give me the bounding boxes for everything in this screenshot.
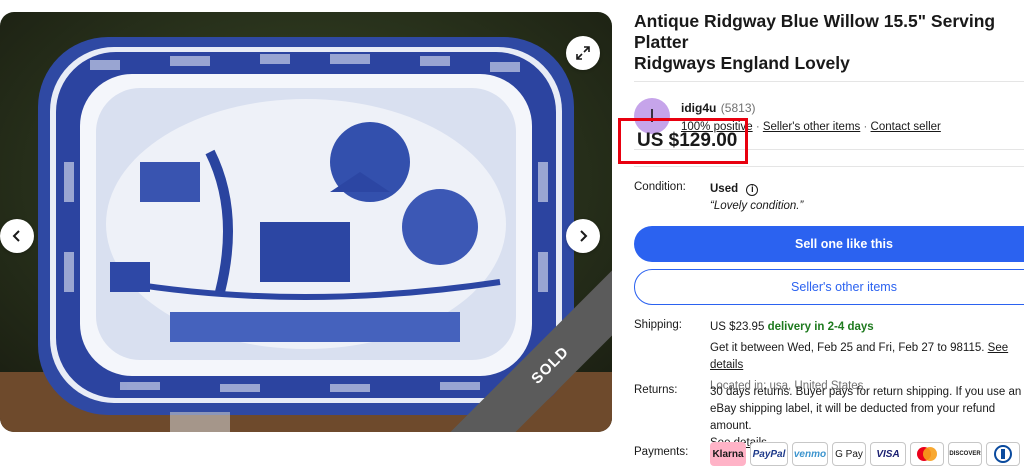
info-icon[interactable]: i	[746, 183, 759, 196]
klarna-logo: Klarna	[710, 442, 746, 466]
price-divider	[634, 166, 1024, 167]
item-title-line2: Ridgways England Lovely	[634, 53, 850, 73]
sold-label: SOLD	[527, 342, 573, 388]
venmo-logo: venmo	[792, 442, 828, 466]
item-price: US $129.00	[637, 130, 738, 151]
expand-icon	[576, 46, 590, 60]
item-info-panel: Antique Ridgway Blue Willow 15.5" Servin…	[618, 0, 1024, 466]
mastercard-icon	[917, 447, 937, 461]
discover-logo: DISCOVER	[948, 442, 982, 466]
price-highlight: US $129.00	[618, 118, 748, 164]
delivery-estimate: Get it between Wed, Feb 25 and Fri, Feb …	[710, 342, 985, 354]
contact-seller-link[interactable]: Contact seller	[871, 121, 941, 133]
image-gallery: SOLD	[0, 12, 612, 432]
shipping-cost: US $23.95	[710, 321, 765, 333]
delivery-speed: delivery in 2-4 days	[767, 321, 874, 333]
sell-one-like-this-label: Sell one like this	[795, 237, 893, 251]
condition-label: Condition:	[634, 181, 686, 193]
item-title-line1: Antique Ridgway Blue Willow 15.5" Servin…	[634, 11, 996, 52]
separator: ·	[863, 121, 868, 133]
mastercard-logo	[910, 442, 944, 466]
next-image-button[interactable]	[566, 219, 600, 253]
condition-value: Used	[710, 183, 739, 195]
paypal-logo: PayPal	[750, 442, 788, 466]
returns-text: 30 days returns. Buyer pays for return s…	[710, 386, 1022, 432]
item-title: Antique Ridgway Blue Willow 15.5" Servin…	[634, 11, 1024, 74]
separator: ·	[755, 121, 760, 133]
payments-row: Payments: Klarna PayPal venmo G Pay VISA…	[634, 442, 1024, 466]
diners-icon	[994, 445, 1012, 463]
sellers-other-items-label: Seller's other items	[791, 280, 897, 294]
seller-feedback-count: (5813)	[720, 101, 756, 115]
expand-button[interactable]	[566, 36, 600, 70]
diners-logo	[986, 442, 1020, 466]
condition-value-block: Used i “Lovely condition.”	[710, 181, 1024, 215]
condition-row: Condition: Used i “Lovely condition.”	[634, 181, 1024, 215]
chevron-right-icon	[580, 230, 588, 242]
title-divider	[634, 81, 1024, 82]
sellers-other-items-button[interactable]: Seller's other items	[634, 269, 1024, 305]
gpay-logo: G Pay	[832, 442, 866, 466]
previous-image-button[interactable]	[0, 219, 34, 253]
sell-one-like-this-button[interactable]: Sell one like this	[634, 226, 1024, 262]
payment-methods: Klarna PayPal venmo G Pay VISA DISCOVER	[710, 442, 1024, 466]
seller-name[interactable]: idig4u	[681, 101, 716, 115]
payments-label: Payments:	[634, 446, 689, 458]
condition-note: “Lovely condition.”	[710, 200, 804, 212]
visa-logo: VISA	[870, 442, 906, 466]
chevron-left-icon	[12, 230, 20, 242]
seller-other-items-link[interactable]: Seller's other items	[763, 121, 860, 133]
